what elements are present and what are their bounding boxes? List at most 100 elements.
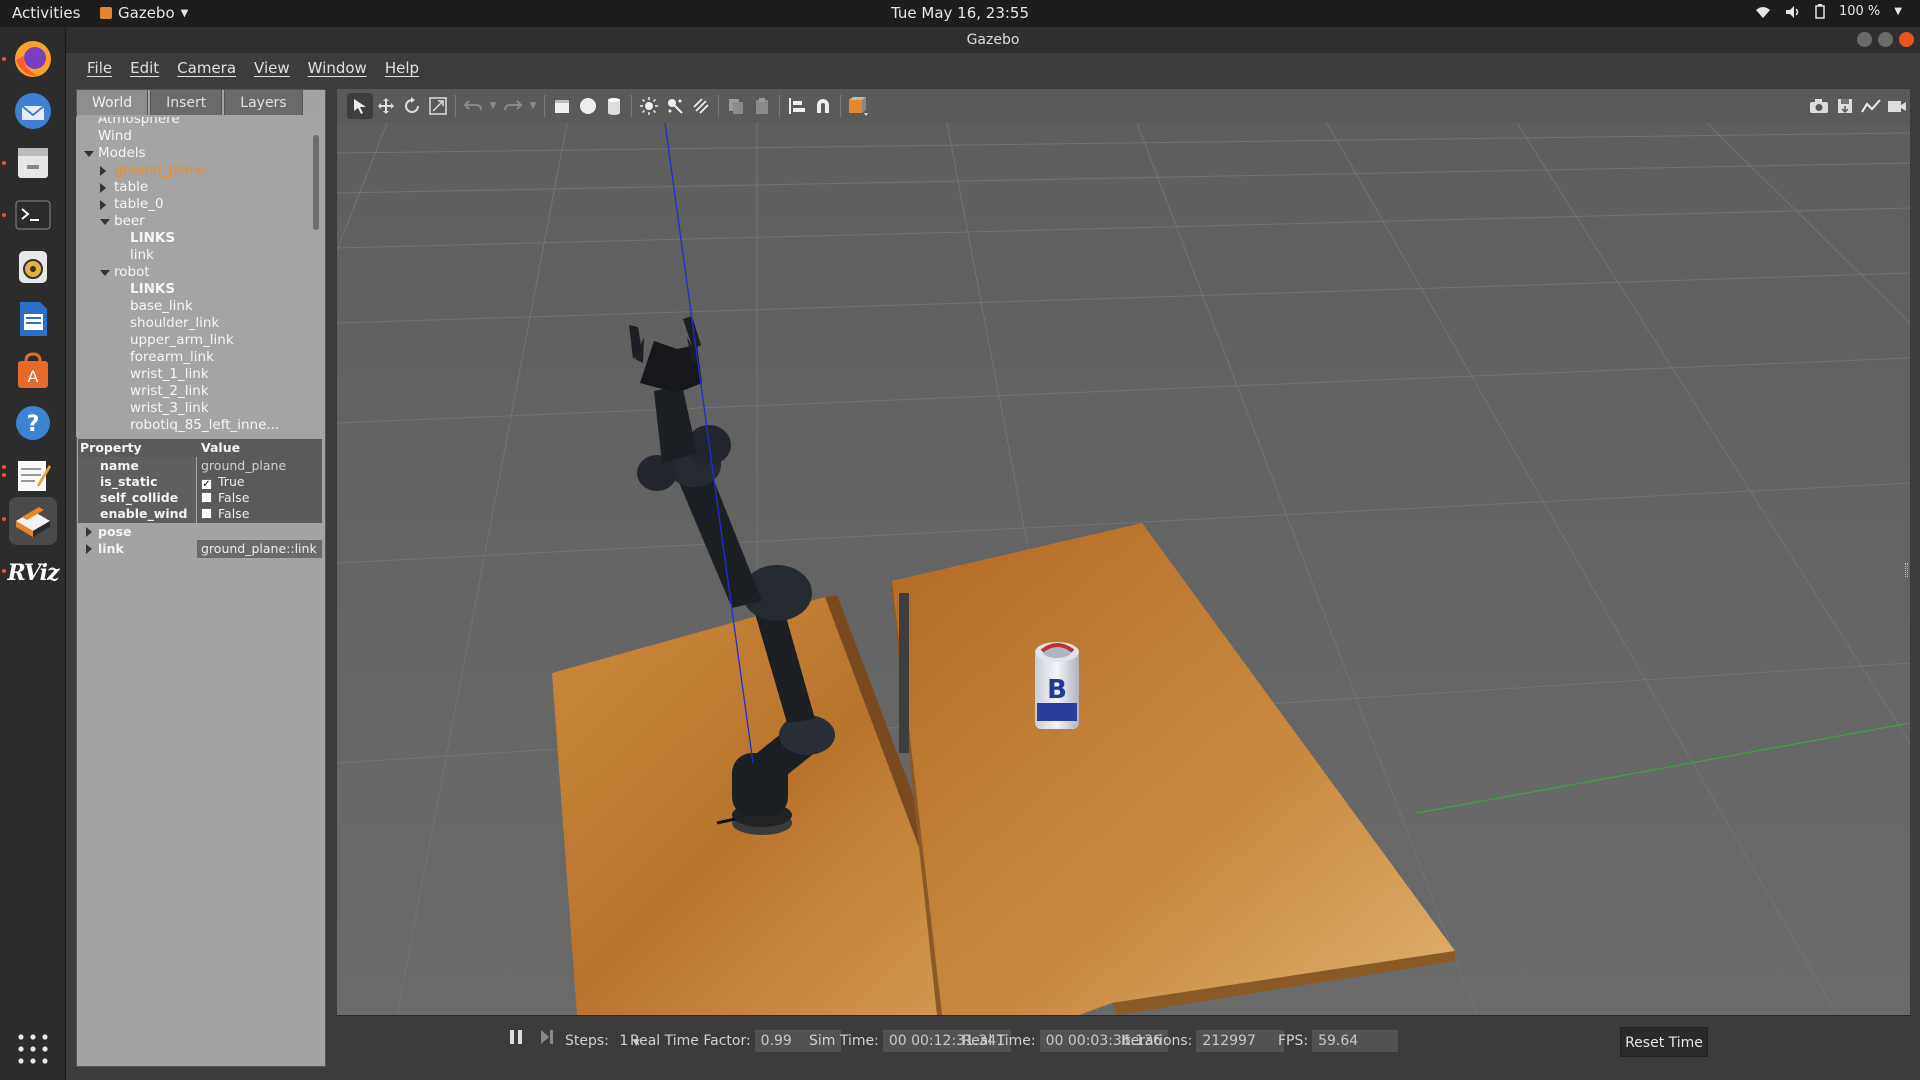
tree-item[interactable]: link: [130, 247, 154, 264]
property-row[interactable]: pose: [78, 523, 322, 541]
help-launcher[interactable]: ?: [9, 399, 57, 447]
menu-window[interactable]: Window: [299, 53, 376, 83]
camera-icon: [1810, 99, 1828, 113]
tree-item[interactable]: beer: [114, 213, 145, 230]
menu-edit[interactable]: Edit: [121, 53, 168, 83]
copy-button[interactable]: [723, 93, 749, 119]
expand-arrow-icon[interactable]: [100, 200, 106, 210]
point-light-button[interactable]: [636, 93, 662, 119]
thunderbird-launcher[interactable]: [9, 87, 57, 135]
collapse-arrow-icon[interactable]: [100, 270, 110, 276]
menu-file[interactable]: File: [78, 53, 121, 83]
pause-button[interactable]: [509, 1029, 523, 1053]
tree-item[interactable]: LINKS: [130, 281, 175, 298]
expand-arrow-icon[interactable]: [100, 183, 106, 193]
menu-view[interactable]: View: [245, 53, 299, 83]
directional-light-button[interactable]: [688, 93, 714, 119]
plot-button[interactable]: [1858, 93, 1884, 119]
writer-launcher[interactable]: [9, 295, 57, 343]
show-applications-button[interactable]: [9, 1025, 57, 1073]
checkbox[interactable]: [201, 492, 212, 503]
viewport-splitter-handle[interactable]: [1905, 563, 1908, 577]
tree-item[interactable]: LINKS: [130, 230, 175, 247]
scale-mode-button[interactable]: [425, 93, 451, 119]
app-menu[interactable]: Gazebo ▼: [100, 4, 188, 22]
collapse-arrow-icon[interactable]: [100, 219, 110, 225]
terminal-launcher[interactable]: [9, 191, 57, 239]
snap-button[interactable]: [810, 93, 836, 119]
firefox-launcher[interactable]: [9, 35, 57, 83]
menu-help[interactable]: Help: [376, 53, 428, 83]
files-launcher[interactable]: [9, 139, 57, 187]
expand-arrow-icon[interactable]: [100, 166, 106, 176]
tree-scrollbar[interactable]: [313, 135, 319, 230]
redo-history-button[interactable]: ▼: [526, 93, 540, 119]
tree-item[interactable]: robotiq_85_left_inne...: [130, 417, 279, 434]
property-value: ground_plane::link: [197, 540, 322, 558]
tree-item[interactable]: Wind: [98, 128, 132, 145]
clock[interactable]: Tue May 16, 23:55: [0, 4, 1920, 22]
paste-button[interactable]: [749, 93, 775, 119]
window-titlebar[interactable]: Gazebo: [66, 27, 1920, 53]
checkbox[interactable]: [201, 508, 212, 519]
maximize-button[interactable]: [1878, 32, 1893, 47]
expand-arrow-icon[interactable]: [86, 527, 92, 537]
undo-history-button[interactable]: ▼: [486, 93, 500, 119]
text-editor-launcher[interactable]: [9, 451, 57, 499]
rotate-mode-button[interactable]: [399, 93, 425, 119]
rviz-icon: RViz: [7, 560, 59, 586]
property-name-label: link: [98, 541, 124, 556]
expand-arrow-icon[interactable]: [86, 544, 92, 554]
world-tree[interactable]: Atmosphere Wind Models ground_plane table tab…: [76, 117, 322, 437]
tree-item[interactable]: wrist_3_link: [130, 400, 209, 417]
close-button[interactable]: [1899, 32, 1914, 47]
collapse-arrow-icon[interactable]: [84, 151, 94, 157]
tree-item[interactable]: base_link: [130, 298, 193, 315]
software-launcher[interactable]: A: [9, 347, 57, 395]
scene-viewport[interactable]: B: [337, 123, 1910, 1015]
rviz-launcher[interactable]: RViz: [7, 549, 59, 597]
redo-button[interactable]: [500, 93, 526, 119]
tree-item[interactable]: shoulder_link: [130, 315, 219, 332]
menu-camera[interactable]: Camera: [168, 53, 245, 83]
activities-button[interactable]: Activities: [12, 4, 80, 22]
steps-label: Steps:: [565, 1033, 609, 1049]
property-row[interactable]: enable_wind False: [78, 505, 322, 523]
translate-mode-button[interactable]: [373, 93, 399, 119]
step-button[interactable]: [540, 1029, 554, 1053]
tree-item[interactable]: robot: [114, 264, 150, 281]
tree-item[interactable]: Models: [98, 145, 146, 162]
screenshot-button[interactable]: [1806, 93, 1832, 119]
tree-item[interactable]: upper_arm_link: [130, 332, 234, 349]
select-mode-button[interactable]: [347, 93, 373, 119]
record-video-button[interactable]: [1884, 93, 1910, 119]
log-button[interactable]: [1832, 93, 1858, 119]
property-row[interactable]: link ground_plane::link: [78, 540, 322, 558]
tab-layers[interactable]: Layers: [224, 89, 303, 115]
tree-item[interactable]: Atmosphere: [98, 117, 180, 128]
firefox-icon: [15, 41, 51, 77]
tab-world[interactable]: World: [76, 89, 149, 115]
property-name: enable_wind: [78, 505, 196, 523]
tree-item[interactable]: table_0: [114, 196, 164, 213]
tab-insert[interactable]: Insert: [150, 89, 223, 115]
tree-item[interactable]: forearm_link: [130, 349, 214, 366]
reset-time-button[interactable]: Reset Time: [1620, 1027, 1708, 1057]
insert-cylinder-button[interactable]: [601, 93, 627, 119]
minimize-button[interactable]: [1857, 32, 1872, 47]
tree-item[interactable]: ground_plane: [114, 162, 206, 179]
view-angle-button[interactable]: [845, 93, 871, 119]
cylinder-icon: [608, 98, 620, 115]
align-button[interactable]: [784, 93, 810, 119]
tree-item[interactable]: wrist_1_link: [130, 366, 209, 383]
rhythmbox-launcher[interactable]: [9, 243, 57, 291]
gazebo-launcher[interactable]: [9, 497, 57, 545]
tree-item[interactable]: wrist_2_link: [130, 383, 209, 400]
tree-item[interactable]: table: [114, 179, 148, 196]
property-value[interactable]: False: [197, 505, 322, 523]
system-tray[interactable]: 100 % ▼: [1755, 4, 1902, 19]
insert-sphere-button[interactable]: [575, 93, 601, 119]
spot-light-button[interactable]: [662, 93, 688, 119]
undo-button[interactable]: [460, 93, 486, 119]
insert-box-button[interactable]: [549, 93, 575, 119]
